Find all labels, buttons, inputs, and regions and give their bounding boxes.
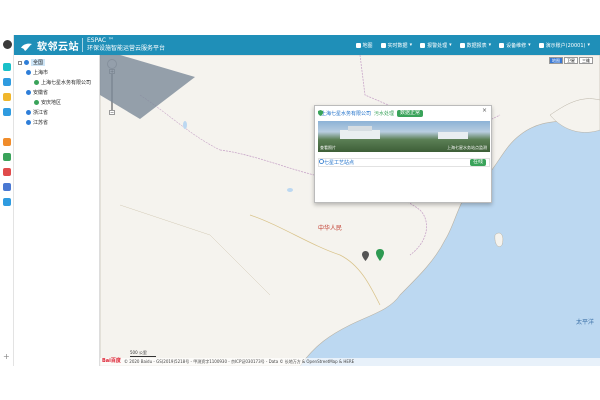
chart-icon[interactable]: [3, 153, 11, 161]
tree-label: 全国: [31, 59, 46, 66]
nav-label: 地图: [362, 42, 373, 49]
nav-map[interactable]: 地图: [355, 42, 373, 49]
clipboard-icon[interactable]: [3, 138, 11, 146]
popup-header: 上海七星水务有限公司 污水处理 数据正常: [318, 110, 424, 117]
nav-maintenance[interactable]: 设备维修 ▾: [499, 42, 531, 49]
map-type-satellite[interactable]: 卫星: [564, 57, 578, 64]
online-badge: 在线: [469, 159, 486, 166]
nav-realtime[interactable]: 实时数据 ▾: [380, 42, 413, 49]
app-logo[interactable]: 软邻云站: [20, 38, 79, 53]
expand-toggle[interactable]: [18, 60, 22, 65]
chevron-down-icon: ▾: [449, 42, 452, 48]
map-scale: 500 公里: [130, 350, 156, 357]
station-icon: [34, 100, 39, 105]
top-header: 软邻云站 ESPAC ™ 环保设施智能运营云服务平台 地图 实时数据 ▾ 报警处…: [14, 35, 600, 55]
tree-label: 上海市: [33, 70, 49, 76]
brand-subtitle: ESPAC ™ 环保设施智能运营云服务平台: [87, 37, 165, 53]
company-name[interactable]: 上海七星水务有限公司: [321, 110, 371, 117]
chevron-down-icon: ▾: [528, 42, 531, 48]
tree-label: 上海七星水务有限公司: [41, 80, 92, 86]
chevron-down-icon: ▾: [587, 42, 590, 48]
tree-node-national[interactable]: 全国: [18, 59, 46, 66]
chevron-down-icon: ▾: [409, 42, 413, 48]
globe-icon: [24, 60, 29, 65]
status-badge: 数据正常: [397, 110, 424, 117]
tree-node-anqing[interactable]: 安庆地区: [34, 99, 61, 106]
camera-icon: [420, 42, 426, 48]
cart-icon[interactable]: [3, 168, 11, 176]
message-icon[interactable]: [3, 183, 11, 191]
close-icon[interactable]: ×: [482, 108, 487, 114]
tree-label: 安庆地区: [41, 100, 62, 106]
map-type-switch: 地图 卫星 三维: [549, 57, 593, 64]
photo-caption-left: 查看照片: [320, 145, 336, 150]
globe-icon: [26, 110, 31, 115]
chart-icon: [380, 42, 386, 48]
add-icon[interactable]: +: [3, 353, 10, 361]
nav-alarm[interactable]: 报警处理 ▾: [420, 42, 452, 49]
monitor-icon[interactable]: [3, 63, 11, 71]
map-icon: [355, 42, 361, 48]
nav-report[interactable]: 数据报表 ▾: [459, 42, 492, 49]
industry-type: 污水处理: [374, 111, 395, 117]
tree-label: 浙江省: [33, 110, 49, 116]
globe-icon: [26, 120, 31, 125]
map-type-3d[interactable]: 三维: [579, 57, 593, 64]
nav-label: 设备维修: [506, 42, 527, 49]
map-label-pacific: 太平洋: [576, 319, 595, 326]
nav-label: 实时数据: [387, 42, 408, 49]
globe-icon[interactable]: [3, 78, 11, 86]
tree-node-anhui[interactable]: 安徽省: [26, 89, 48, 96]
station-info-popup: × 上海七星水务有限公司 污水处理 数据正常 查看照片 上海七星水务站点监测 七…: [314, 105, 492, 203]
tree-node-shanghai[interactable]: 上海市: [26, 69, 48, 76]
station-photo[interactable]: 查看照片 上海七星水务站点监测: [318, 121, 490, 152]
globe-icon: [26, 90, 31, 95]
region-tree: 全国 上海市 上海七星水务有限公司 安徽省 安庆地区 浙江省 江苏省: [14, 55, 100, 366]
left-icon-rail: +: [0, 35, 14, 366]
globe-icon: [26, 70, 31, 75]
station-name: 七星工艺站点: [324, 160, 355, 166]
tree-node-company[interactable]: 上海七星水务有限公司: [34, 79, 91, 86]
nav-label: 数据报表: [466, 42, 487, 49]
report-icon: [459, 42, 465, 48]
chevron-down-icon: ▾: [488, 42, 492, 48]
tree-node-jiangsu[interactable]: 江苏省: [26, 119, 48, 126]
station-icon: [34, 80, 39, 85]
logo-text: 软邻云站: [37, 41, 79, 53]
brand-english: ESPAC ™: [87, 37, 114, 44]
map-label-china: 中华人民: [318, 225, 343, 232]
brand-chinese: 环保设施智能运营云服务平台: [87, 45, 166, 52]
baidu-logo: Bai百度: [102, 358, 121, 364]
map-type-map[interactable]: 地图: [549, 57, 563, 64]
alarm-icon[interactable]: [3, 93, 11, 101]
map-view[interactable]: 中华人民 太平洋 + − 地图 卫星 三维 ×: [100, 55, 600, 366]
nav-user[interactable]: 演示账户(20001) ▾: [538, 42, 590, 49]
tree-node-zhejiang[interactable]: 浙江省: [26, 109, 48, 116]
settings-icon[interactable]: [3, 198, 11, 206]
brand-divider: [82, 38, 83, 52]
app-window: + 软邻云站 ESPAC ™ 环保设施智能运营云服务平台 地图 实时数据 ▾ 报…: [0, 35, 600, 366]
top-navigation: 地图 实时数据 ▾ 报警处理 ▾ 数据报表 ▾ 设备维修 ▾ 演示账户(2000…: [355, 35, 590, 55]
wrench-icon: [499, 42, 505, 48]
tree-label: 江苏省: [33, 120, 49, 126]
nav-label: 演示账户(20001): [545, 42, 586, 49]
map-copyright: © 2020 Baidu - GS(2019)5218号 - 甲测资字11009…: [100, 358, 600, 366]
camera-icon[interactable]: [3, 108, 11, 116]
avatar[interactable]: [3, 40, 12, 49]
tree-label: 安徽省: [33, 90, 49, 96]
bird-logo-icon: [20, 39, 33, 52]
nav-label: 报警处理: [427, 42, 448, 49]
station-row[interactable]: 七星工艺站点 在线: [318, 158, 490, 167]
photo-caption-right: 上海七星水务站点监测: [447, 145, 487, 150]
popup-pointer: [100, 55, 195, 119]
user-icon: [538, 42, 544, 48]
